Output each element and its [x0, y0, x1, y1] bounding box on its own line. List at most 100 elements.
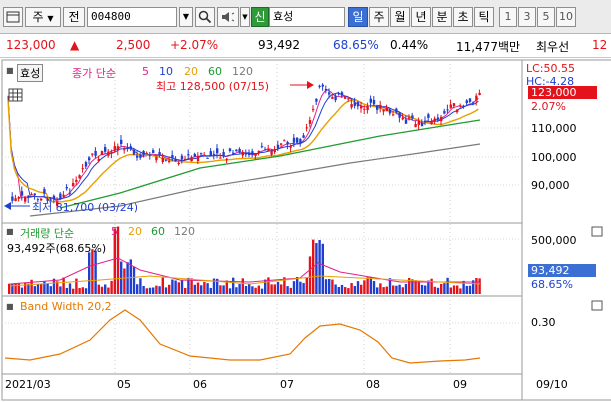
- volume-bar: [344, 287, 347, 294]
- candle-body: [193, 153, 196, 157]
- period-tab-5[interactable]: 초: [453, 7, 473, 27]
- chart-area[interactable]: ■ 효성 종가 단순 5 10 20 60 120 최고 128,500 (07…: [0, 58, 611, 402]
- ma-title: 종가 단순: [72, 67, 116, 80]
- stock-code-input[interactable]: 004800: [87, 7, 177, 27]
- candle-body: [219, 157, 222, 159]
- candle-body: [33, 193, 36, 196]
- volume-bar: [360, 284, 363, 294]
- candle-body: [337, 92, 340, 95]
- volume-bar: [395, 285, 398, 294]
- candle-body: [264, 149, 267, 151]
- volume-bar: [104, 284, 107, 294]
- price-axis-90000: 90,000: [531, 179, 570, 192]
- period-tab-2[interactable]: 월: [390, 7, 410, 27]
- candle-body: [164, 159, 168, 161]
- candle-body: [216, 148, 219, 154]
- code-dropdown-button[interactable]: ▼: [179, 7, 193, 27]
- volume-bar: [468, 285, 472, 294]
- volume-bar: [318, 240, 321, 294]
- bw-pane-close-button[interactable]: [591, 300, 603, 311]
- candle-body: [382, 109, 385, 112]
- volume-bar: [267, 277, 270, 294]
- interval-tab-1[interactable]: 3: [518, 7, 536, 27]
- period-tab-6[interactable]: 틱: [474, 7, 494, 27]
- volume-bar: [148, 287, 152, 294]
- pane-menu-icon[interactable]: ■: [6, 66, 14, 75]
- candle-body: [350, 104, 353, 108]
- interval-tab-2[interactable]: 5: [537, 7, 555, 27]
- search-button[interactable]: [195, 7, 215, 27]
- jeon-button[interactable]: 전: [63, 7, 85, 27]
- low-arrow-icon: [4, 202, 11, 210]
- candle-body: [62, 194, 65, 197]
- volume-bar: [232, 277, 235, 294]
- volume-bar: [331, 279, 334, 294]
- candle-body: [254, 153, 257, 156]
- candle-body: [81, 168, 84, 170]
- volume-ma-5: 5: [111, 225, 118, 238]
- candle-body: [244, 153, 248, 155]
- sound-button[interactable]: [217, 7, 239, 27]
- volume-bar: [235, 287, 238, 294]
- candle-body: [132, 149, 136, 155]
- volume-bar: [289, 287, 292, 294]
- market-selector[interactable]: 주 ▼: [25, 7, 61, 27]
- volume-bar: [46, 283, 49, 294]
- volume-bar: [350, 282, 353, 294]
- period-tab-4[interactable]: 분: [432, 7, 452, 27]
- price-flag-label: 123,000: [531, 86, 577, 99]
- volume-bar: [171, 279, 174, 294]
- volume-bar: [241, 278, 244, 294]
- candle-body: [222, 151, 225, 157]
- stock-chart[interactable]: [0, 58, 611, 402]
- volume-bar: [372, 281, 376, 294]
- volume-bar: [379, 283, 382, 294]
- sound-dropdown-button[interactable]: ▼: [240, 7, 250, 27]
- volume-bar: [456, 285, 459, 294]
- candle-body: [360, 105, 363, 109]
- candle-body: [100, 151, 104, 155]
- candle-body: [443, 111, 446, 114]
- window-menu-icon[interactable]: [3, 7, 23, 27]
- candle-body: [248, 152, 251, 155]
- volume-bar: [376, 287, 379, 294]
- candle-body: [174, 158, 177, 162]
- interval-tab-0[interactable]: 1: [499, 7, 517, 27]
- candle-body: [459, 105, 462, 107]
- period-tab-0[interactable]: 일: [348, 7, 368, 27]
- period-tab-3[interactable]: 년: [411, 7, 431, 27]
- grid-toggle-icon[interactable]: [8, 88, 23, 102]
- turnover-ratio: 0.44%: [390, 38, 429, 52]
- volume-bar: [81, 287, 84, 294]
- volume-bar: [139, 278, 142, 294]
- period-tab-1[interactable]: 주: [369, 7, 389, 27]
- volume-bar: [97, 284, 100, 294]
- candle-body: [225, 158, 228, 160]
- bw-pane-menu-icon[interactable]: ■: [6, 302, 14, 311]
- candle-body: [78, 175, 81, 179]
- volume-bar: [62, 277, 65, 294]
- stock-name-field[interactable]: 효성: [269, 7, 345, 27]
- candle-body: [212, 153, 216, 155]
- volume-bar: [433, 286, 436, 294]
- date-label-07: 07: [280, 378, 294, 391]
- volume-pane-close-button[interactable]: [591, 226, 603, 237]
- volume-bar: [280, 284, 283, 294]
- interval-tab-3[interactable]: 10: [556, 7, 576, 27]
- new-badge: 신: [251, 7, 269, 27]
- volume-pane-menu-icon[interactable]: ■: [6, 227, 14, 236]
- candle-body: [363, 108, 366, 110]
- volume-flag-label: 93,492: [531, 264, 570, 277]
- volume-bar: [228, 288, 232, 294]
- volume-bar: [328, 278, 331, 294]
- bandwidth-curve: [4, 309, 481, 364]
- candle-body: [427, 114, 430, 118]
- volume-bar: [145, 288, 148, 294]
- volume-axis-500000: 500,000: [531, 234, 577, 247]
- candle-body: [292, 137, 296, 143]
- ma-period-20: 20: [184, 65, 198, 78]
- volume-bar: [398, 284, 401, 294]
- candle-body: [155, 156, 158, 161]
- candle-body: [318, 85, 321, 88]
- high-arrow-icon: [307, 81, 314, 89]
